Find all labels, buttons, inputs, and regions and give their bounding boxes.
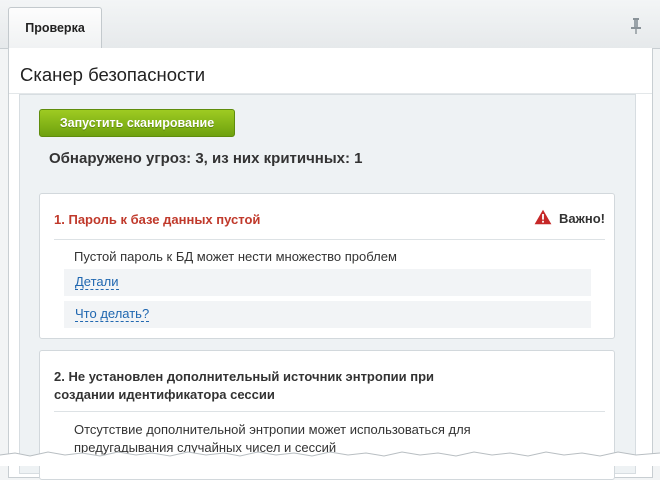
tab-check[interactable]: Проверка (8, 7, 102, 48)
fix-row: Что делать? (64, 301, 591, 328)
start-scan-button[interactable]: Запустить сканирование (39, 109, 235, 137)
threat-description-line: Отсутствие дополнительной энтропии может… (74, 422, 471, 437)
threat-title-text: Пароль к базе данных пустой (68, 212, 261, 227)
importance-badge: Важно! (559, 211, 605, 226)
tab-check-label: Проверка (25, 21, 85, 35)
warning-triangle-icon (534, 209, 552, 225)
threat-number: 2. (54, 369, 65, 384)
threat-title: 1. Пароль к базе данных пустой (54, 212, 260, 227)
pin-icon[interactable] (629, 17, 643, 35)
card-divider (54, 411, 605, 412)
threat-title-line: создании идентификатора сессии (54, 387, 275, 402)
threat-title: 2. Не установлен дополнительный источник… (54, 368, 434, 404)
card-divider (54, 239, 605, 240)
details-link[interactable]: Детали (75, 274, 119, 290)
what-to-do-link[interactable]: Что делать? (75, 306, 150, 322)
details-row: Детали (64, 269, 591, 296)
threat-card-1: 1. Пароль к базе данных пустой Важно! Пу… (39, 193, 615, 339)
threat-number: 1. (54, 212, 65, 227)
torn-edge (0, 451, 660, 466)
threat-title-line: 2. Не установлен дополнительный источник… (54, 368, 434, 386)
threat-description: Пустой пароль к БД может нести множество… (74, 249, 397, 264)
tab-bar: Проверка (0, 0, 660, 49)
threat-summary: Обнаружено угроз: 3, из них критичных: 1 (49, 150, 363, 167)
threat-title-text: Не установлен дополнительный источник эн… (68, 369, 435, 384)
page-title: Сканер безопасности (20, 64, 206, 85)
